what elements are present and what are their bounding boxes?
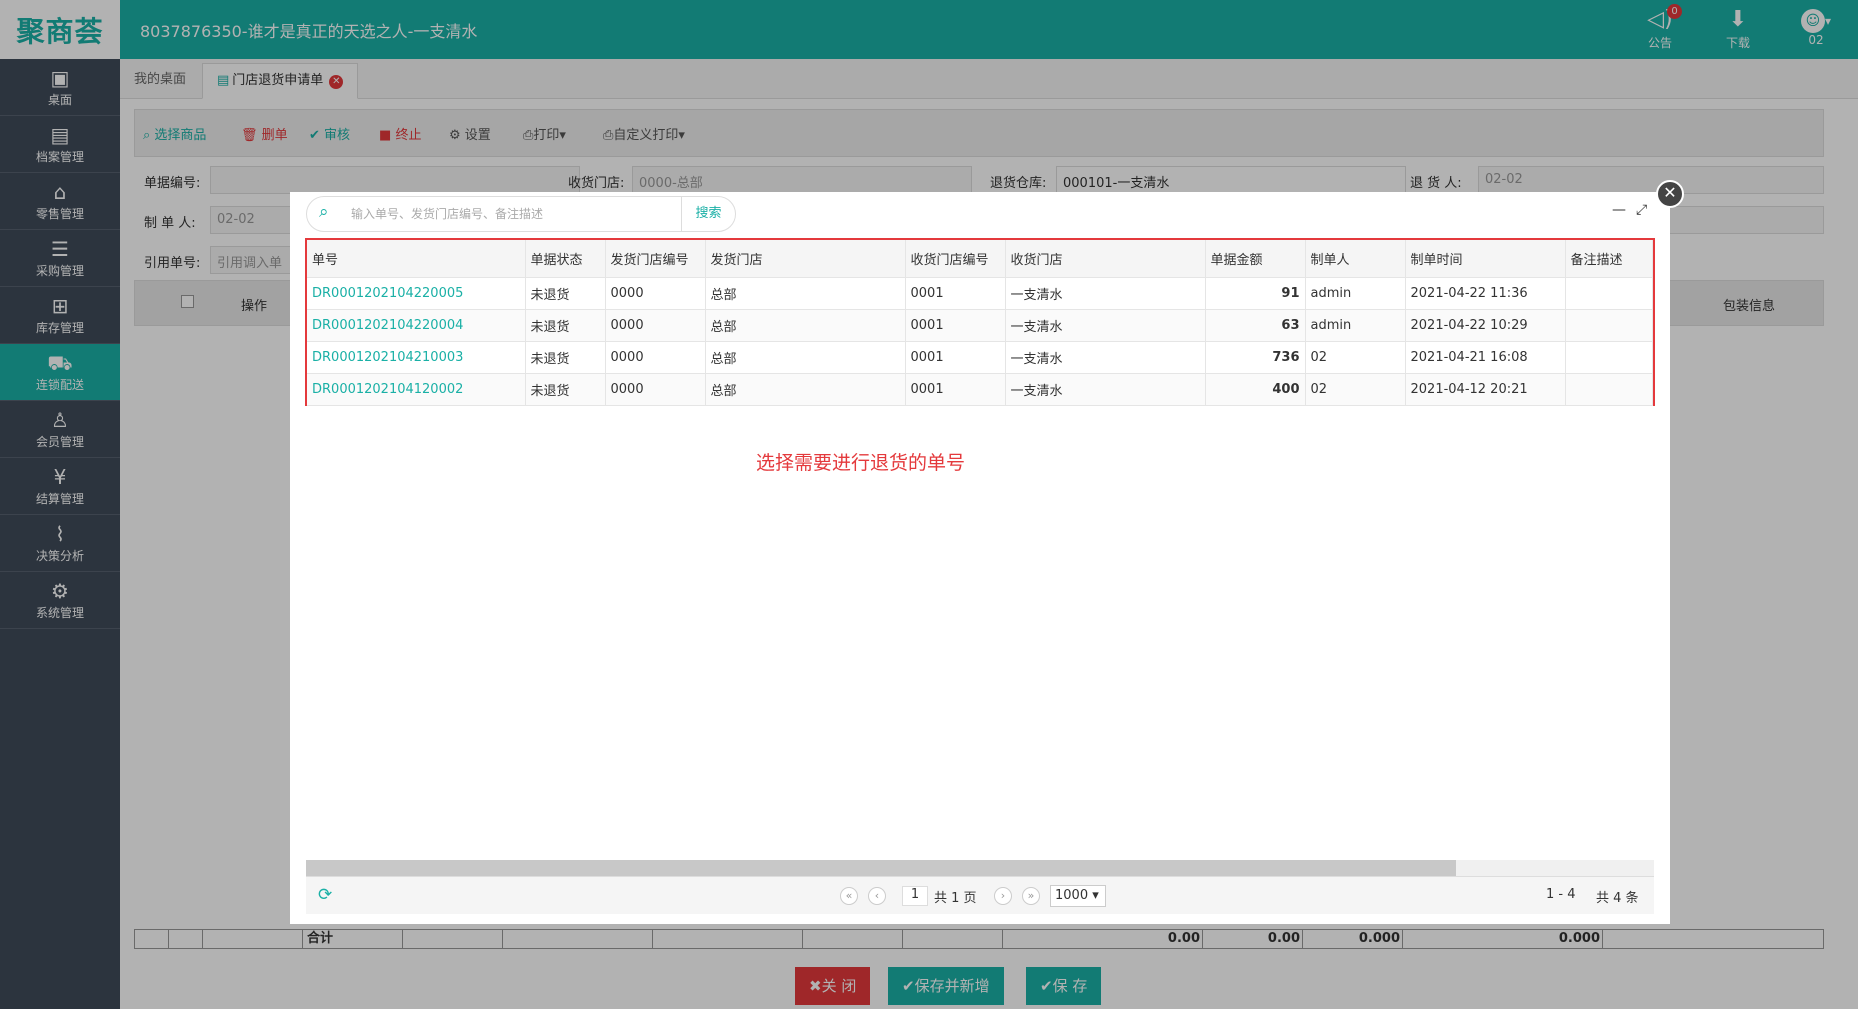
maximize-icon[interactable]: ⤢	[1636, 202, 1647, 218]
column-header[interactable]: 制单人	[1305, 240, 1406, 278]
last-page-icon[interactable]: »	[1022, 887, 1040, 905]
document-table: 单号 单据状态 发货门店编号 发货门店 收货门店编号 收货门店 单据金额 制单人…	[305, 238, 1655, 406]
search-box: ⌕ 搜索	[306, 196, 736, 232]
scrollbar-thumb[interactable]	[306, 860, 1456, 876]
horizontal-scrollbar[interactable]	[306, 860, 1654, 876]
record-range: 1 - 4	[1546, 887, 1576, 902]
column-header[interactable]: 发货门店编号	[605, 240, 706, 278]
column-header[interactable]: 制单时间	[1405, 240, 1566, 278]
column-header[interactable]: 单据状态	[525, 240, 606, 278]
doc-number-link[interactable]: DR0001202104120002	[307, 373, 526, 406]
modal-close-button[interactable]: ✕	[1656, 180, 1684, 208]
minimize-icon[interactable]: —	[1612, 202, 1626, 218]
record-total: 共 4 条	[1596, 891, 1639, 906]
search-icon: ⌕	[319, 202, 329, 222]
refresh-icon[interactable]: ⟳	[318, 885, 332, 905]
page-number-input[interactable]: 1	[902, 886, 928, 906]
search-input[interactable]	[351, 203, 671, 225]
column-header[interactable]: 单号	[307, 240, 526, 278]
prev-page-icon[interactable]: ‹	[868, 887, 886, 905]
table-row[interactable]: DR0001202104210003 未退货 0000 总部 0001 一支清水…	[307, 341, 1653, 374]
chevron-down-icon: ▾	[1092, 888, 1099, 903]
page-size-select[interactable]: 1000 ▾	[1050, 885, 1106, 907]
doc-number-link[interactable]: DR0001202104210003	[307, 341, 526, 374]
next-page-icon[interactable]: ›	[994, 887, 1012, 905]
select-document-modal: ⌕ 搜索 — ⤢ 单号 单据状态 发货门店编号 发货门店 收货门店编号 收货门店…	[290, 192, 1670, 924]
first-page-icon[interactable]: «	[840, 887, 858, 905]
column-header[interactable]: 发货门店	[705, 240, 906, 278]
column-header[interactable]: 收货门店	[1005, 240, 1206, 278]
doc-number-link[interactable]: DR0001202104220005	[307, 277, 526, 310]
table-row[interactable]: DR0001202104220005 未退货 0000 总部 0001 一支清水…	[307, 277, 1653, 310]
table-row[interactable]: DR0001202104220004 未退货 0000 总部 0001 一支清水…	[307, 309, 1653, 342]
pagination-bar: ⟳ « ‹ 1 共 1 页 › » 1000 ▾ 1 - 4 共 4 条	[306, 876, 1654, 914]
column-header[interactable]: 备注描述	[1565, 240, 1653, 278]
search-button[interactable]: 搜索	[681, 197, 735, 231]
column-header[interactable]: 单据金额	[1205, 240, 1306, 278]
column-header[interactable]: 收货门店编号	[905, 240, 1006, 278]
doc-number-link[interactable]: DR0001202104220004	[307, 309, 526, 342]
table-row[interactable]: DR0001202104120002 未退货 0000 总部 0001 一支清水…	[307, 373, 1653, 406]
instruction-note: 选择需要进行退货的单号	[756, 452, 966, 474]
table-header-row: 单号 单据状态 发货门店编号 发货门店 收货门店编号 收货门店 单据金额 制单人…	[307, 240, 1653, 278]
total-pages: 共 1 页	[934, 891, 977, 906]
